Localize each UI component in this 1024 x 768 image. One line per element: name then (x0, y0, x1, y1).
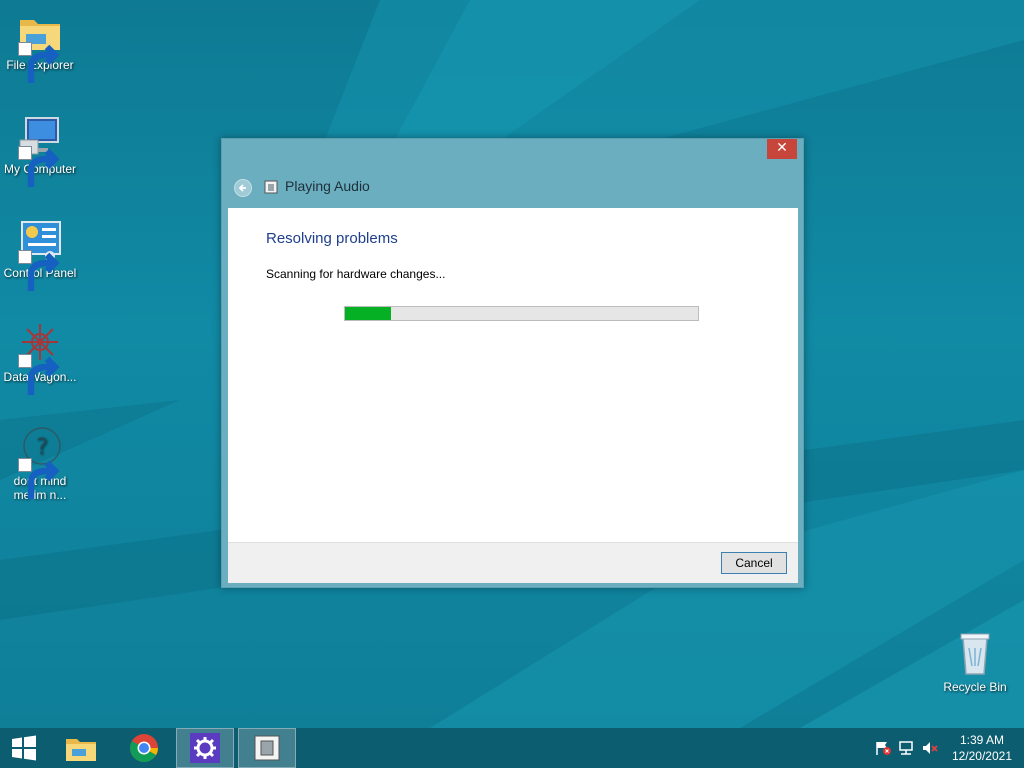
taskbar: 1:39 AM 12/20/2021 (0, 728, 1024, 768)
shortcut-arrow-icon (18, 354, 60, 395)
close-button[interactable]: ✕ (767, 139, 797, 159)
desktop-icon-datawagon[interactable]: DataWagon... (0, 320, 80, 395)
network-icon (899, 741, 913, 755)
back-button[interactable] (234, 179, 252, 197)
clock-date: 12/20/2021 (951, 749, 1012, 763)
taskbar-troubleshooter[interactable] (238, 728, 296, 768)
tray-volume[interactable] (921, 740, 939, 756)
settings-icon (190, 733, 220, 763)
desktop-icon-my-computer[interactable]: My Computer (0, 112, 80, 187)
taskbar-settings[interactable] (176, 728, 234, 768)
desktop-icon-control-panel[interactable]: Control Panel (0, 216, 80, 291)
close-icon: ✕ (776, 140, 788, 156)
dialog-content: Resolving problems Scanning for hardware… (228, 208, 798, 583)
recycle-bin-icon (960, 633, 990, 675)
start-icon (12, 735, 36, 761)
desktop-icon-recycle-bin[interactable]: Recycle Bin (935, 630, 1015, 694)
volume-muted-icon (923, 742, 938, 754)
progress-fill (345, 307, 391, 320)
tray-network[interactable] (898, 740, 916, 756)
shortcut-arrow-icon (18, 250, 60, 291)
shortcut-arrow-icon (18, 146, 60, 187)
troubleshooter-icon (264, 180, 278, 194)
status-text: Scanning for hardware changes... (266, 267, 446, 281)
action-center-flag-icon (876, 742, 891, 755)
desktop: File Explorer My Computer Control Panel … (0, 0, 1024, 728)
cancel-button[interactable]: Cancel (721, 552, 787, 574)
page-heading: Resolving problems (266, 230, 398, 247)
troubleshooter-icon (254, 735, 280, 761)
shortcut-arrow-icon (18, 458, 60, 499)
clock[interactable]: 1:39 AM 12/20/2021 (952, 732, 1012, 764)
taskbar-file-explorer[interactable] (52, 728, 110, 768)
taskbar-chrome[interactable] (115, 728, 173, 768)
progress-bar (344, 306, 699, 321)
back-arrow-icon (238, 184, 246, 192)
dialog-footer: Cancel (228, 542, 798, 583)
desktop-icon-label: Recycle Bin (943, 680, 1007, 694)
troubleshooter-dialog: ✕ Playing Audio Resolving problems Scann… (221, 138, 804, 588)
tray-action-center[interactable] (874, 740, 892, 756)
chrome-icon (130, 734, 158, 762)
start-button[interactable] (0, 728, 48, 768)
desktop-icon-file-explorer[interactable]: File Explorer (0, 8, 80, 83)
file-explorer-icon (66, 739, 96, 761)
desktop-icon-dont-mind-me[interactable]: ? dont mind me im n... (0, 424, 80, 502)
clock-time: 1:39 AM (959, 733, 1004, 747)
dialog-title: Playing Audio (285, 178, 370, 194)
shortcut-arrow-icon (18, 42, 60, 83)
svg-text:?: ? (36, 435, 48, 460)
